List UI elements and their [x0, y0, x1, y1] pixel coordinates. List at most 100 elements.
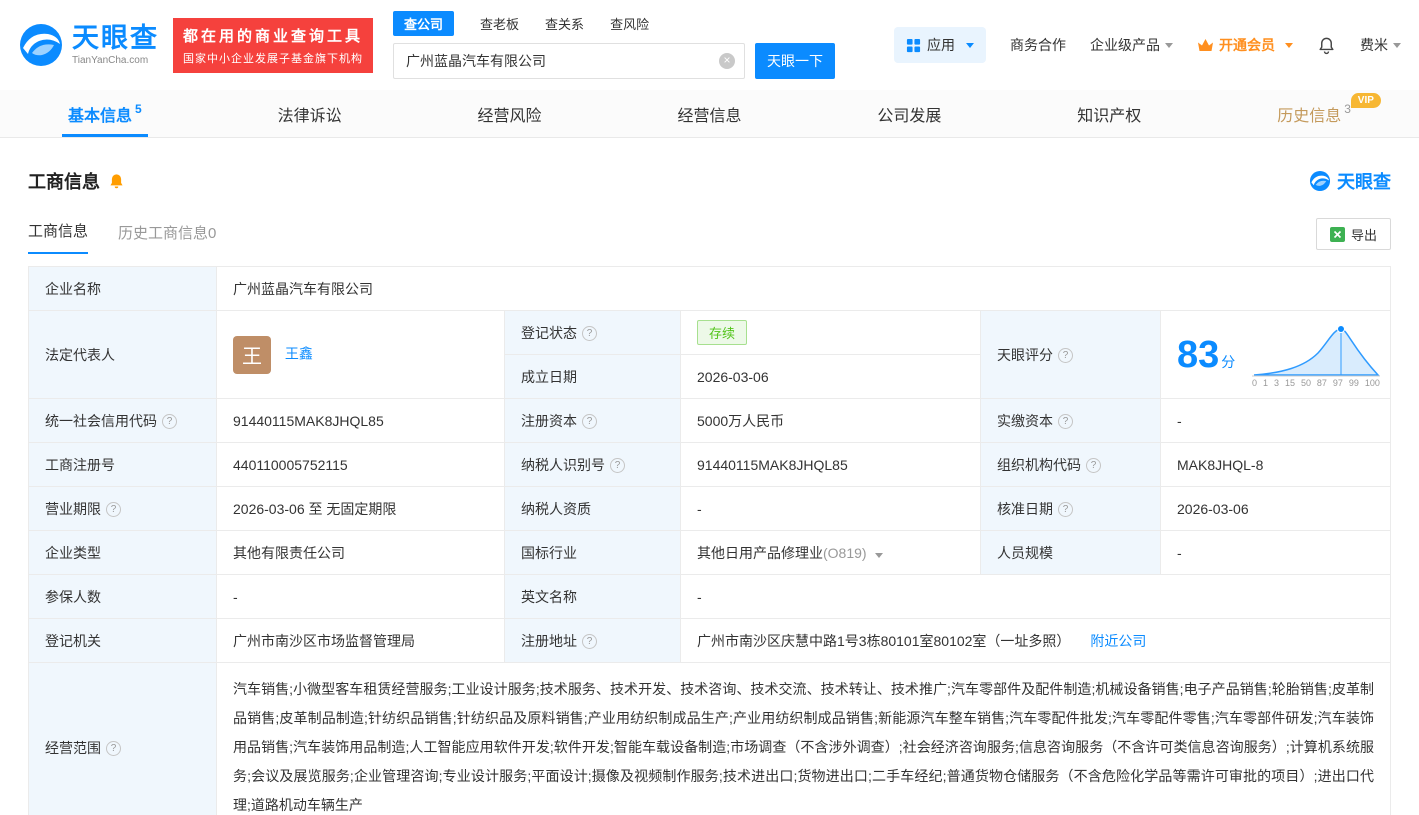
tab-label: 基本信息	[68, 107, 133, 125]
main-content: 工商信息 天眼查 工商信息 历史工商信息0 导出 企业名称 广州蓝晶汽车有限公司…	[0, 168, 1419, 815]
help-icon[interactable]	[1086, 457, 1101, 473]
field-label: 法定代表人	[28, 310, 217, 399]
help-icon[interactable]	[106, 501, 121, 517]
help-icon[interactable]	[162, 413, 177, 429]
business-scope-value: 汽车销售;小微型客车租赁经营服务;工业设计服务;技术服务、技术开发、技术咨询、技…	[216, 662, 1391, 815]
tab-basic-info[interactable]: 基本信息 5	[62, 90, 148, 137]
export-button[interactable]: 导出	[1315, 218, 1391, 250]
industry-value: 其他日用产品修理业	[697, 544, 823, 561]
help-icon[interactable]	[1058, 347, 1073, 363]
tab-label: 历史信息	[1277, 107, 1342, 125]
search-tab-boss[interactable]: 查老板	[480, 14, 519, 33]
tab-label: 法律诉讼	[277, 107, 342, 125]
field-label: 成立日期	[504, 354, 681, 399]
logo-text: 天眼查	[72, 22, 159, 53]
tab-label: 经营风险	[477, 107, 542, 125]
search-input[interactable]	[393, 43, 746, 79]
search-tab-company[interactable]: 查公司	[393, 11, 455, 36]
status-cell: 存续	[680, 310, 981, 355]
tab-history-info[interactable]: 历史信息 3 VIP	[1271, 90, 1381, 137]
legal-rep-avatar[interactable]: 王	[233, 335, 271, 374]
approval-date-value: 2026-03-06	[1160, 486, 1391, 531]
table-row: 经营范围 汽车销售;小微型客车租赁经营服务;工业设计服务;技术服务、技术开发、技…	[28, 662, 1391, 815]
membership-link[interactable]: 开通会员	[1197, 35, 1293, 55]
score-chart: 013 15 50 87 97 99 100	[1252, 321, 1380, 388]
reg-no-value: 440110005752115	[216, 442, 505, 487]
paid-capital-value: -	[1160, 398, 1391, 443]
subtab-history-business-info[interactable]: 历史工商信息0	[118, 222, 216, 254]
help-icon[interactable]	[106, 740, 121, 756]
field-label: 营业期限	[28, 486, 217, 531]
chevron-down-icon[interactable]	[875, 552, 884, 558]
tab-count: 3	[1344, 101, 1351, 116]
industry-code: (O819)	[823, 544, 867, 561]
help-icon[interactable]	[582, 633, 597, 649]
header-right: 应用 商务合作 企业级产品 开通会员 费米	[894, 27, 1401, 63]
subscribe-bell-icon[interactable]	[108, 173, 125, 190]
crown-icon	[1198, 38, 1213, 51]
help-icon[interactable]	[1058, 501, 1073, 517]
search-tab-risk[interactable]: 查风险	[610, 14, 649, 33]
field-label: 参保人数	[28, 574, 217, 619]
enterprise-products-label: 企业级产品	[1090, 37, 1160, 53]
search-area: 查公司 查老板 查关系 查风险 天眼一下	[393, 11, 836, 79]
staff-size-value: -	[1160, 530, 1391, 575]
enterprise-products-menu[interactable]: 企业级产品	[1090, 35, 1173, 55]
org-code-value: MAK8JHQL-8	[1160, 442, 1391, 487]
tab-company-development[interactable]: 公司发展	[871, 90, 947, 137]
tab-intellectual-property[interactable]: 知识产权	[1071, 90, 1147, 137]
export-label: 导出	[1350, 227, 1377, 243]
help-icon[interactable]	[610, 457, 625, 473]
table-row: 统一社会信用代码 91440115MAK8JHQL85 注册资本 5000万人民…	[28, 398, 1391, 443]
search-tab-relation[interactable]: 查关系	[545, 14, 584, 33]
site-header: 天眼查 TianYanCha.com 都在用的商业查询工具 国家中小企业发展子基…	[0, 0, 1419, 90]
status-badge: 存续	[697, 320, 748, 345]
apps-grid-icon	[906, 38, 921, 52]
business-cooperation-link[interactable]: 商务合作	[1010, 35, 1066, 55]
apps-menu[interactable]: 应用	[894, 27, 986, 63]
notification-bell-icon[interactable]	[1317, 36, 1336, 55]
company-nav-tabs: 基本信息 5 法律诉讼 经营风险 经营信息 公司发展 知识产权 历史信息 3 V…	[0, 90, 1419, 138]
company-name-value: 广州蓝晶汽车有限公司	[216, 266, 1391, 311]
field-label: 经营范围	[28, 662, 217, 815]
table-row: 企业类型 其他有限责任公司 国标行业 其他日用产品修理业(O819) 人员规模 …	[28, 530, 1391, 575]
field-label: 核准日期	[980, 486, 1161, 531]
insured-value: -	[216, 574, 505, 619]
field-label: 企业名称	[28, 266, 217, 311]
address-value: 广州市南沙区庆慧中路1号3栋80101室80102室（一址多照）	[697, 632, 1071, 649]
help-icon[interactable]	[582, 325, 597, 341]
field-label: 英文名称	[504, 574, 681, 619]
legal-rep-link[interactable]: 王鑫	[285, 345, 313, 361]
tab-label: 知识产权	[1077, 107, 1142, 125]
field-label: 注册地址	[504, 618, 681, 663]
watermark-logo-text: 天眼查	[1337, 172, 1391, 192]
field-label: 登记状态	[504, 310, 681, 355]
legal-rep-cell: 王 王鑫	[216, 310, 505, 399]
taxpayer-no-value: 91440115MAK8JHQL85	[680, 442, 981, 487]
tab-operating-risk[interactable]: 经营风险	[472, 90, 548, 137]
nearby-companies-link[interactable]: 附近公司	[1090, 633, 1146, 649]
tab-legal-proceedings[interactable]: 法律诉讼	[272, 90, 348, 137]
field-label: 登记机关	[28, 618, 217, 663]
industry-cell: 其他日用产品修理业(O819)	[680, 530, 981, 575]
field-label: 国标行业	[504, 530, 681, 575]
search-box	[393, 43, 746, 79]
term-value: 2026-03-06 至 无固定期限	[216, 486, 505, 531]
help-icon[interactable]	[1058, 413, 1073, 429]
clear-icon[interactable]	[719, 53, 736, 69]
tianyancha-logo[interactable]: 天眼查 TianYanCha.com	[18, 22, 159, 68]
field-label: 工商注册号	[28, 442, 217, 487]
credit-code-value: 91440115MAK8JHQL85	[216, 398, 505, 443]
help-icon[interactable]	[582, 413, 597, 429]
company-type-value: 其他有限责任公司	[216, 530, 505, 575]
tab-operating-info[interactable]: 经营信息	[671, 90, 747, 137]
table-row: 工商注册号 440110005752115 纳税人识别号 91440115MAK…	[28, 442, 1391, 487]
score-value[interactable]: 83 分	[1177, 336, 1235, 374]
subtab-current-business-info[interactable]: 工商信息	[28, 220, 89, 254]
field-label: 组织机构代码	[980, 442, 1161, 487]
slogan-line1: 都在用的商业查询工具	[183, 27, 364, 45]
established-value: 2026-03-06	[680, 354, 981, 399]
slogan-line2: 国家中小企业发展子基金旗下机构	[183, 52, 363, 65]
user-menu[interactable]: 费米	[1360, 35, 1401, 55]
search-button[interactable]: 天眼一下	[755, 43, 836, 79]
